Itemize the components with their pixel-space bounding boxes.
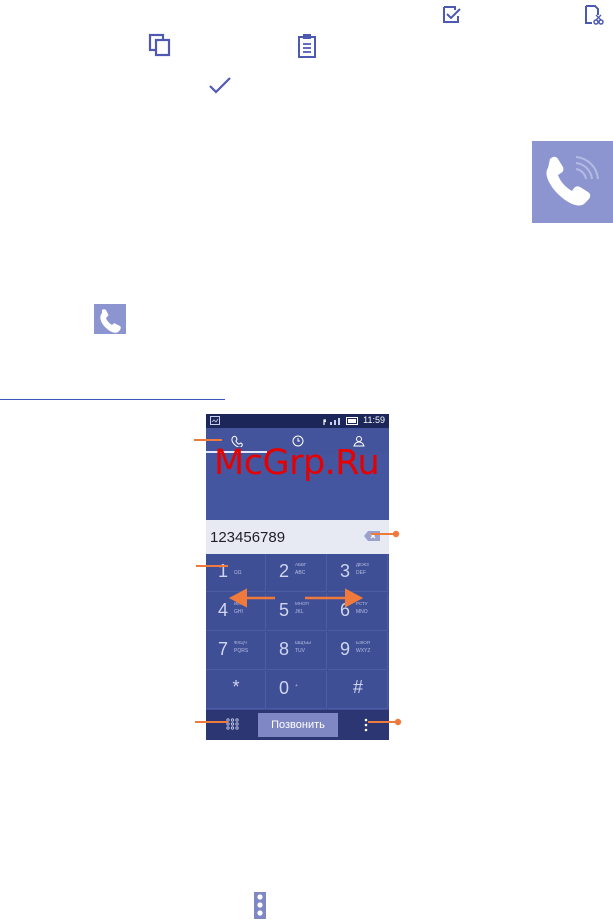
callout-dot-menu bbox=[394, 718, 402, 726]
swipe-arrow-right-head bbox=[345, 588, 364, 608]
watermark: McGrp.Ru bbox=[214, 443, 380, 483]
swipe-arrow-left-head bbox=[228, 588, 247, 608]
callout-dot-backspace bbox=[392, 530, 400, 538]
more-options-icon bbox=[254, 892, 266, 919]
